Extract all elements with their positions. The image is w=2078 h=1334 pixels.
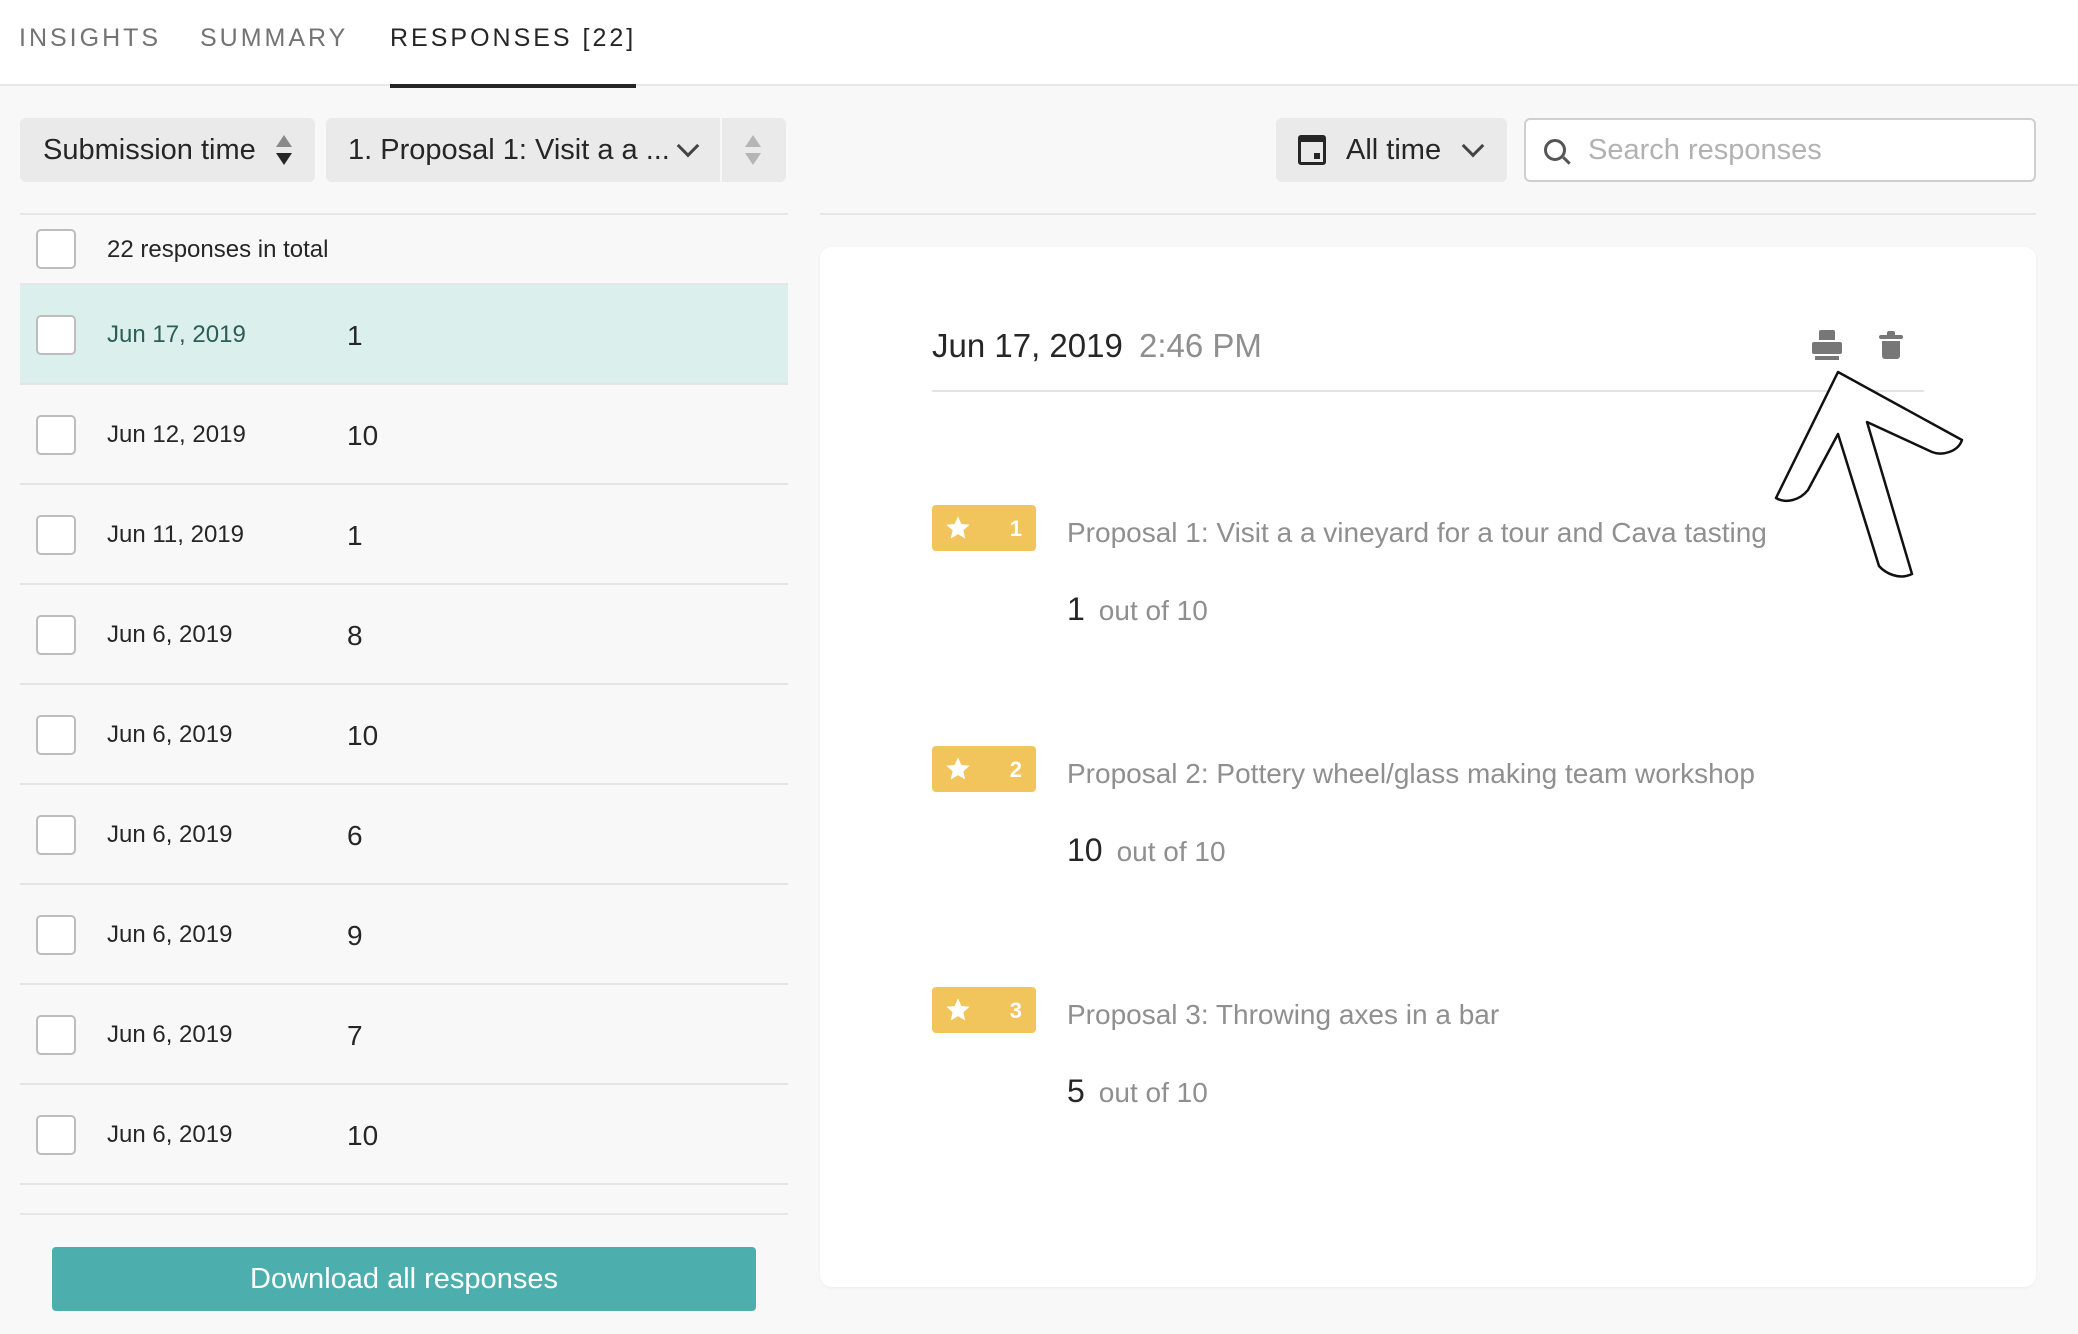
chevron-down-icon	[676, 134, 700, 158]
row-score: 8	[347, 620, 363, 651]
tab-insights[interactable]: Insights	[19, 24, 161, 86]
row-score: 1	[347, 320, 363, 351]
row-checkbox[interactable]	[36, 715, 76, 755]
answer-question: Proposal 3: Throwing axes in a bar	[1067, 999, 1500, 1030]
response-row[interactable]: Jun 6, 2019 10	[20, 1085, 788, 1185]
question-select[interactable]: 1. Proposal 1: Visit a a ...	[326, 118, 786, 182]
tab-responses[interactable]: Responses [22]	[390, 24, 637, 88]
trash-icon	[1879, 331, 1903, 359]
search-icon	[1544, 139, 1566, 161]
sort-select[interactable]: Submission time	[20, 118, 315, 182]
row-score: 10	[347, 1120, 379, 1151]
select-divider	[720, 118, 722, 182]
response-row[interactable]: Jun 12, 2019 10	[20, 385, 788, 485]
response-row[interactable]: Jun 6, 2019 10	[20, 685, 788, 785]
tab-bar: Insights Summary Responses [22]	[0, 0, 2078, 88]
row-checkbox[interactable]	[36, 815, 76, 855]
answer-badge: 1	[932, 505, 1036, 551]
star-icon	[946, 998, 970, 1021]
search-input[interactable]	[1588, 133, 2008, 167]
answer-value: 1	[1067, 591, 1085, 627]
row-checkbox[interactable]	[36, 615, 76, 655]
sort-arrows-icon	[275, 133, 293, 167]
response-row[interactable]: Jun 6, 2019 8	[20, 585, 788, 685]
order-toggle-icon[interactable]	[744, 133, 762, 167]
download-all-button[interactable]: Download all responses	[52, 1247, 756, 1311]
row-date: Jun 6, 2019	[107, 1021, 233, 1048]
answer-scale: out of 10	[1116, 836, 1226, 867]
detail-top-divider	[820, 213, 2036, 215]
row-score: 6	[347, 820, 363, 851]
response-row[interactable]: Jun 17, 2019 1	[20, 285, 788, 385]
answer-value: 10	[1067, 832, 1103, 868]
row-date: Jun 6, 2019	[107, 1121, 233, 1148]
answer-badge: 3	[932, 987, 1036, 1033]
chevron-down-icon	[1461, 134, 1485, 158]
delete-button[interactable]	[1876, 328, 1906, 362]
pointer-arrow	[1774, 370, 1964, 578]
print-button[interactable]	[1810, 328, 1844, 362]
row-date: Jun 12, 2019	[107, 421, 246, 448]
star-icon	[946, 516, 970, 539]
star-icon	[946, 757, 970, 780]
list-top-divider	[20, 213, 788, 215]
detail-date: Jun 17, 2019	[932, 327, 1123, 364]
answer-value: 5	[1067, 1073, 1085, 1109]
date-filter-label: All time	[1346, 133, 1442, 166]
date-filter[interactable]: All time	[1276, 118, 1507, 182]
row-checkbox[interactable]	[36, 1115, 76, 1155]
answer-number: 3	[1009, 998, 1022, 1023]
response-row[interactable]: Jun 6, 2019 9	[20, 885, 788, 985]
answer-question: Proposal 2: Pottery wheel/glass making t…	[1067, 758, 1755, 789]
row-date: Jun 17, 2019	[107, 321, 246, 348]
row-score: 9	[347, 920, 363, 951]
row-date: Jun 6, 2019	[107, 821, 233, 848]
answer-number: 2	[1009, 757, 1022, 782]
answer-question: Proposal 1: Visit a a vineyard for a tou…	[1067, 517, 1767, 548]
answer-value-row: 1 out of 10	[1067, 591, 1208, 628]
row-checkbox[interactable]	[36, 915, 76, 955]
row-date: Jun 11, 2019	[107, 521, 245, 548]
select-all-checkbox[interactable]	[36, 229, 76, 269]
answer-value-row: 5 out of 10	[1067, 1073, 1208, 1110]
row-date: Jun 6, 2019	[107, 621, 233, 648]
row-score: 1	[347, 520, 363, 551]
row-date: Jun 6, 2019	[107, 721, 233, 748]
row-checkbox[interactable]	[36, 315, 76, 355]
row-score: 10	[347, 720, 379, 751]
answer-badge: 2	[932, 746, 1036, 792]
sort-select-label: Submission time	[43, 133, 256, 166]
answer-value-row: 10 out of 10	[1067, 832, 1226, 869]
question-select-label: 1. Proposal 1: Visit a a ...	[348, 133, 668, 166]
print-icon	[1812, 330, 1842, 360]
answer-scale: out of 10	[1098, 1077, 1208, 1108]
row-score: 7	[347, 1020, 363, 1051]
row-score: 10	[347, 420, 379, 451]
row-checkbox[interactable]	[36, 415, 76, 455]
response-row[interactable]: Jun 6, 2019 6	[20, 785, 788, 885]
row-date: Jun 6, 2019	[107, 921, 233, 948]
response-row[interactable]: Jun 6, 2019 7	[20, 985, 788, 1085]
calendar-icon	[1298, 135, 1326, 165]
list-bottom-divider	[20, 1213, 788, 1215]
answer-number: 1	[1009, 516, 1022, 541]
row-checkbox[interactable]	[36, 515, 76, 555]
search-box	[1524, 118, 2036, 182]
response-row[interactable]: Jun 11, 2019 1	[20, 485, 788, 585]
detail-time: 2:46 PM	[1139, 327, 1262, 364]
row-checkbox[interactable]	[36, 1015, 76, 1055]
tab-summary[interactable]: Summary	[200, 24, 348, 86]
answer-scale: out of 10	[1098, 595, 1208, 626]
responses-total: 22 responses in total	[107, 236, 329, 263]
